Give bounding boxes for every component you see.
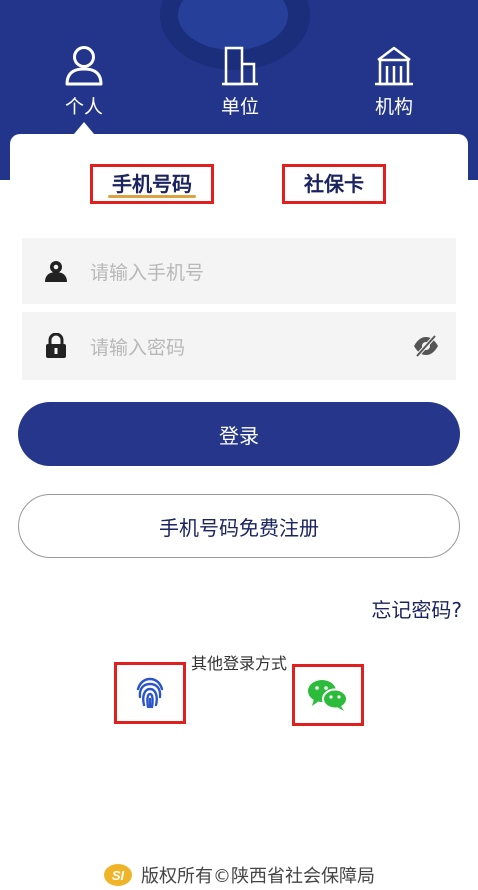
tab-institution[interactable]: 机构: [344, 40, 444, 124]
copyright-text: 版权所有©陕西省社会保障局: [141, 866, 375, 887]
active-tab-caret: [74, 122, 94, 134]
lock-icon: [22, 333, 90, 359]
phone-input[interactable]: 请输入手机号: [22, 238, 456, 304]
tab-sicard-login[interactable]: 社保卡: [282, 164, 386, 204]
tab-personal[interactable]: 个人: [34, 40, 134, 124]
si-logo-icon: SI: [104, 864, 132, 886]
fingerprint-login-button[interactable]: [114, 662, 186, 724]
tab-phone-login-label: 手机号码: [112, 172, 192, 196]
fingerprint-icon: [136, 677, 164, 709]
tab-company-label: 单位: [220, 96, 259, 118]
password-input-placeholder: 请输入密码: [90, 336, 186, 359]
wechat-icon: [308, 680, 348, 711]
person-icon: [65, 46, 103, 86]
tab-institution-label: 机构: [374, 96, 413, 118]
tab-company[interactable]: 单位: [190, 40, 290, 124]
user-icon: [22, 259, 90, 283]
phone-input-placeholder: 请输入手机号: [90, 261, 205, 284]
institution-icon: [375, 46, 413, 86]
eye-off-icon[interactable]: [396, 335, 456, 357]
active-tab-underline: [108, 195, 196, 198]
tab-phone-login[interactable]: 手机号码: [90, 164, 214, 204]
other-login-title: 其他登录方式: [190, 654, 287, 673]
wechat-login-button[interactable]: [292, 664, 364, 726]
login-button[interactable]: 登录: [18, 402, 460, 466]
svg-text:SI: SI: [112, 868, 125, 883]
register-button[interactable]: 手机号码免费注册: [18, 494, 460, 558]
building-icon: [222, 46, 258, 86]
footer: SI 版权所有©陕西省社会保障局: [0, 862, 478, 888]
forgot-password-link[interactable]: 忘记密码?: [371, 594, 462, 623]
tab-sicard-login-label: 社保卡: [304, 172, 364, 196]
tab-personal-label: 个人: [64, 96, 103, 118]
password-input[interactable]: 请输入密码: [22, 312, 456, 380]
